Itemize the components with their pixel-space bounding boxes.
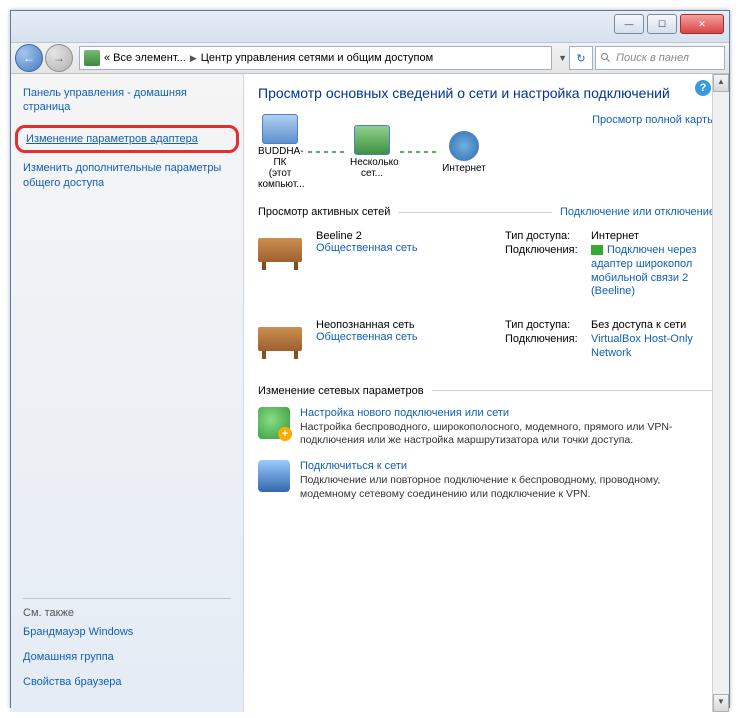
network-row: Beeline 2 Общественная сеть Тип доступа:… — [258, 224, 715, 313]
connection-line — [308, 151, 344, 153]
connect-network-link[interactable]: Подключиться к сети — [300, 460, 715, 472]
address-bar: ← → « Все элемент... ▶ Центр управления … — [11, 43, 729, 74]
connection-line — [400, 151, 436, 153]
scroll-down-icon[interactable]: ▼ — [713, 694, 729, 712]
see-also-label: См. также — [23, 607, 231, 619]
sidebar-firewall[interactable]: Брандмауэр Windows — [23, 625, 231, 640]
titlebar: — ☐ ✕ — [11, 11, 729, 43]
task-row: Настройка нового подключения или сети На… — [258, 403, 715, 456]
connect-disconnect-link[interactable]: Подключение или отключение — [560, 206, 715, 218]
search-input[interactable]: Поиск в панел — [595, 46, 725, 70]
this-pc-icon[interactable]: BUDDHA-ПК (этот компьют... — [258, 114, 302, 190]
network-row: Неопознанная сеть Общественная сеть Тип … — [258, 313, 715, 375]
minimize-button[interactable]: — — [614, 14, 644, 34]
setup-connection-link[interactable]: Настройка нового подключения или сети — [300, 407, 715, 419]
public-network-icon — [258, 230, 306, 270]
network-info: Beeline 2 Общественная сеть — [316, 230, 495, 301]
search-icon — [600, 52, 612, 64]
setup-connection-icon — [258, 407, 290, 439]
sidebar-sharing-settings[interactable]: Изменить дополнительные параметры общего… — [23, 161, 231, 191]
sidebar-homegroup[interactable]: Домашняя группа — [23, 650, 231, 665]
task-row: Подключиться к сети Подключение или повт… — [258, 456, 715, 509]
hub-icon — [354, 125, 390, 155]
networks-icon[interactable]: Несколько сет... — [350, 125, 394, 179]
network-info: Неопознанная сеть Общественная сеть — [316, 319, 495, 363]
sidebar-home-link[interactable]: Панель управления - домашняя страница — [23, 86, 231, 115]
body: Панель управления - домашняя страница Из… — [11, 74, 729, 712]
connection-link[interactable]: VirtualBox Host-Only Network — [591, 333, 693, 359]
access-type: Без доступа к сети — [591, 319, 715, 331]
globe-icon — [449, 131, 479, 161]
access-type: Интернет — [591, 230, 715, 242]
network-properties: Тип доступа:Без доступа к сети Подключен… — [505, 319, 715, 363]
dropdown-icon[interactable]: ▼ — [558, 53, 567, 63]
back-button[interactable]: ← — [15, 44, 43, 72]
network-map: BUDDHA-ПК (этот компьют... Несколько сет… — [258, 114, 592, 190]
network-properties: Тип доступа:Интернет Подключения:Подключ… — [505, 230, 715, 301]
signal-icon — [591, 245, 603, 255]
change-settings-heading: Изменение сетевых параметров — [258, 385, 715, 397]
window: — ☐ ✕ ← → « Все элемент... ▶ Центр управ… — [10, 10, 730, 708]
public-network-icon — [258, 319, 306, 359]
network-name: Beeline 2 — [316, 230, 495, 242]
network-type-link[interactable]: Общественная сеть — [316, 242, 495, 254]
task-description: Подключение или повторное подключение к … — [300, 474, 715, 501]
chevron-icon: ▶ — [190, 53, 197, 64]
refresh-button[interactable]: ↻ — [569, 46, 593, 70]
page-title: Просмотр основных сведений о сети и наст… — [258, 84, 715, 102]
crumb-network-center[interactable]: Центр управления сетями и общим доступом — [201, 52, 433, 64]
sidebar-adapter-settings[interactable]: Изменение параметров адаптера — [15, 125, 239, 154]
task-description: Настройка беспроводного, широкополосного… — [300, 421, 715, 448]
computer-icon — [262, 114, 298, 144]
full-map-link[interactable]: Просмотр полной карты — [592, 114, 715, 126]
sidebar-see-also: См. также Брандмауэр Windows Домашняя гр… — [23, 598, 231, 700]
maximize-button[interactable]: ☐ — [647, 14, 677, 34]
crumb-all[interactable]: « Все элемент... — [104, 52, 186, 64]
connection-link[interactable]: Подключен через адаптер широкопол мобиль… — [591, 244, 696, 297]
sidebar-browser[interactable]: Свойства браузера — [23, 675, 231, 690]
breadcrumb[interactable]: « Все элемент... ▶ Центр управления сетя… — [79, 46, 552, 70]
network-name: Неопознанная сеть — [316, 319, 495, 331]
scroll-up-icon[interactable]: ▲ — [713, 74, 729, 92]
forward-button[interactable]: → — [45, 44, 73, 72]
main-content: ? Просмотр основных сведений о сети и на… — [244, 74, 729, 712]
sidebar: Панель управления - домашняя страница Из… — [11, 74, 244, 712]
connect-network-icon — [258, 460, 290, 492]
internet-icon[interactable]: Интернет — [442, 131, 486, 174]
control-panel-icon — [84, 50, 100, 66]
scrollbar[interactable]: ▲ ▼ — [712, 74, 729, 712]
close-button[interactable]: ✕ — [680, 14, 724, 34]
active-networks-heading: Просмотр активных сетей Подключение или … — [258, 206, 715, 218]
help-icon[interactable]: ? — [695, 80, 711, 96]
network-type-link[interactable]: Общественная сеть — [316, 331, 495, 343]
